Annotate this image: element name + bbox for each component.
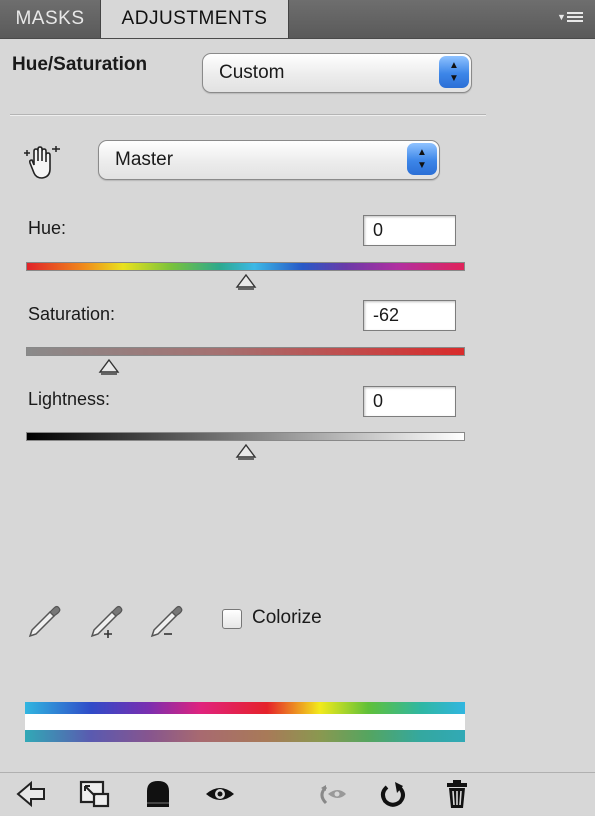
eyedropper-icon[interactable] (24, 600, 62, 640)
hue-slider-track[interactable] (26, 262, 465, 271)
saturation-slider-track[interactable] (26, 347, 465, 356)
saturation-label: Saturation: (28, 304, 116, 324)
tab-bar: MASKS ADJUSTMENTS ▼ (0, 0, 595, 39)
tab-masks[interactable]: MASKS (0, 0, 100, 38)
adjustments-panel: MASKS ADJUSTMENTS ▼ Hue/Saturation Custo… (0, 0, 595, 815)
lightness-label: Lightness: (28, 389, 111, 409)
tab-adjustments[interactable]: ADJUSTMENTS (100, 0, 289, 38)
input-color-spectrum (25, 702, 465, 714)
lightness-slider-track[interactable] (26, 432, 465, 441)
expand-view-icon[interactable] (77, 777, 111, 811)
hue-input[interactable]: 0 (363, 215, 456, 246)
colorize-checkbox[interactable] (222, 609, 242, 629)
dropdown-arrows-icon: ▲ ▼ (407, 143, 437, 175)
hue-slider-thumb[interactable] (235, 274, 257, 290)
preset-dropdown[interactable]: Custom ▲ ▼ (202, 53, 472, 93)
eyedropper-subtract-icon[interactable] (146, 600, 184, 640)
previous-state-icon[interactable] (314, 777, 348, 811)
preset-value: Custom (219, 62, 285, 83)
colorize-label: Colorize (252, 607, 322, 628)
trash-icon[interactable] (440, 777, 474, 811)
lightness-input[interactable]: 0 (363, 386, 456, 417)
reset-icon[interactable] (376, 777, 410, 811)
bottom-toolbar (0, 772, 595, 816)
channel-value: Master (115, 149, 174, 170)
spectrum-range-area (25, 714, 465, 730)
hue-label: Hue: (28, 218, 67, 238)
panel-menu-icon[interactable]: ▼ (557, 9, 585, 29)
output-color-spectrum (25, 730, 465, 742)
lightness-slider-thumb[interactable] (235, 444, 257, 460)
clip-to-layer-icon[interactable] (141, 777, 175, 811)
dropdown-arrows-icon: ▲ ▼ (439, 56, 469, 88)
saturation-input[interactable]: -62 (363, 300, 456, 331)
adjustment-title: Hue/Saturation (12, 54, 148, 75)
divider (10, 114, 486, 116)
saturation-slider-thumb[interactable] (98, 359, 120, 375)
targeted-adjustment-icon[interactable] (22, 143, 62, 183)
channel-dropdown[interactable]: Master ▲ ▼ (98, 140, 440, 180)
back-arrow-icon[interactable] (14, 777, 48, 811)
eye-icon[interactable] (203, 777, 237, 811)
eyedropper-add-icon[interactable] (86, 600, 124, 640)
